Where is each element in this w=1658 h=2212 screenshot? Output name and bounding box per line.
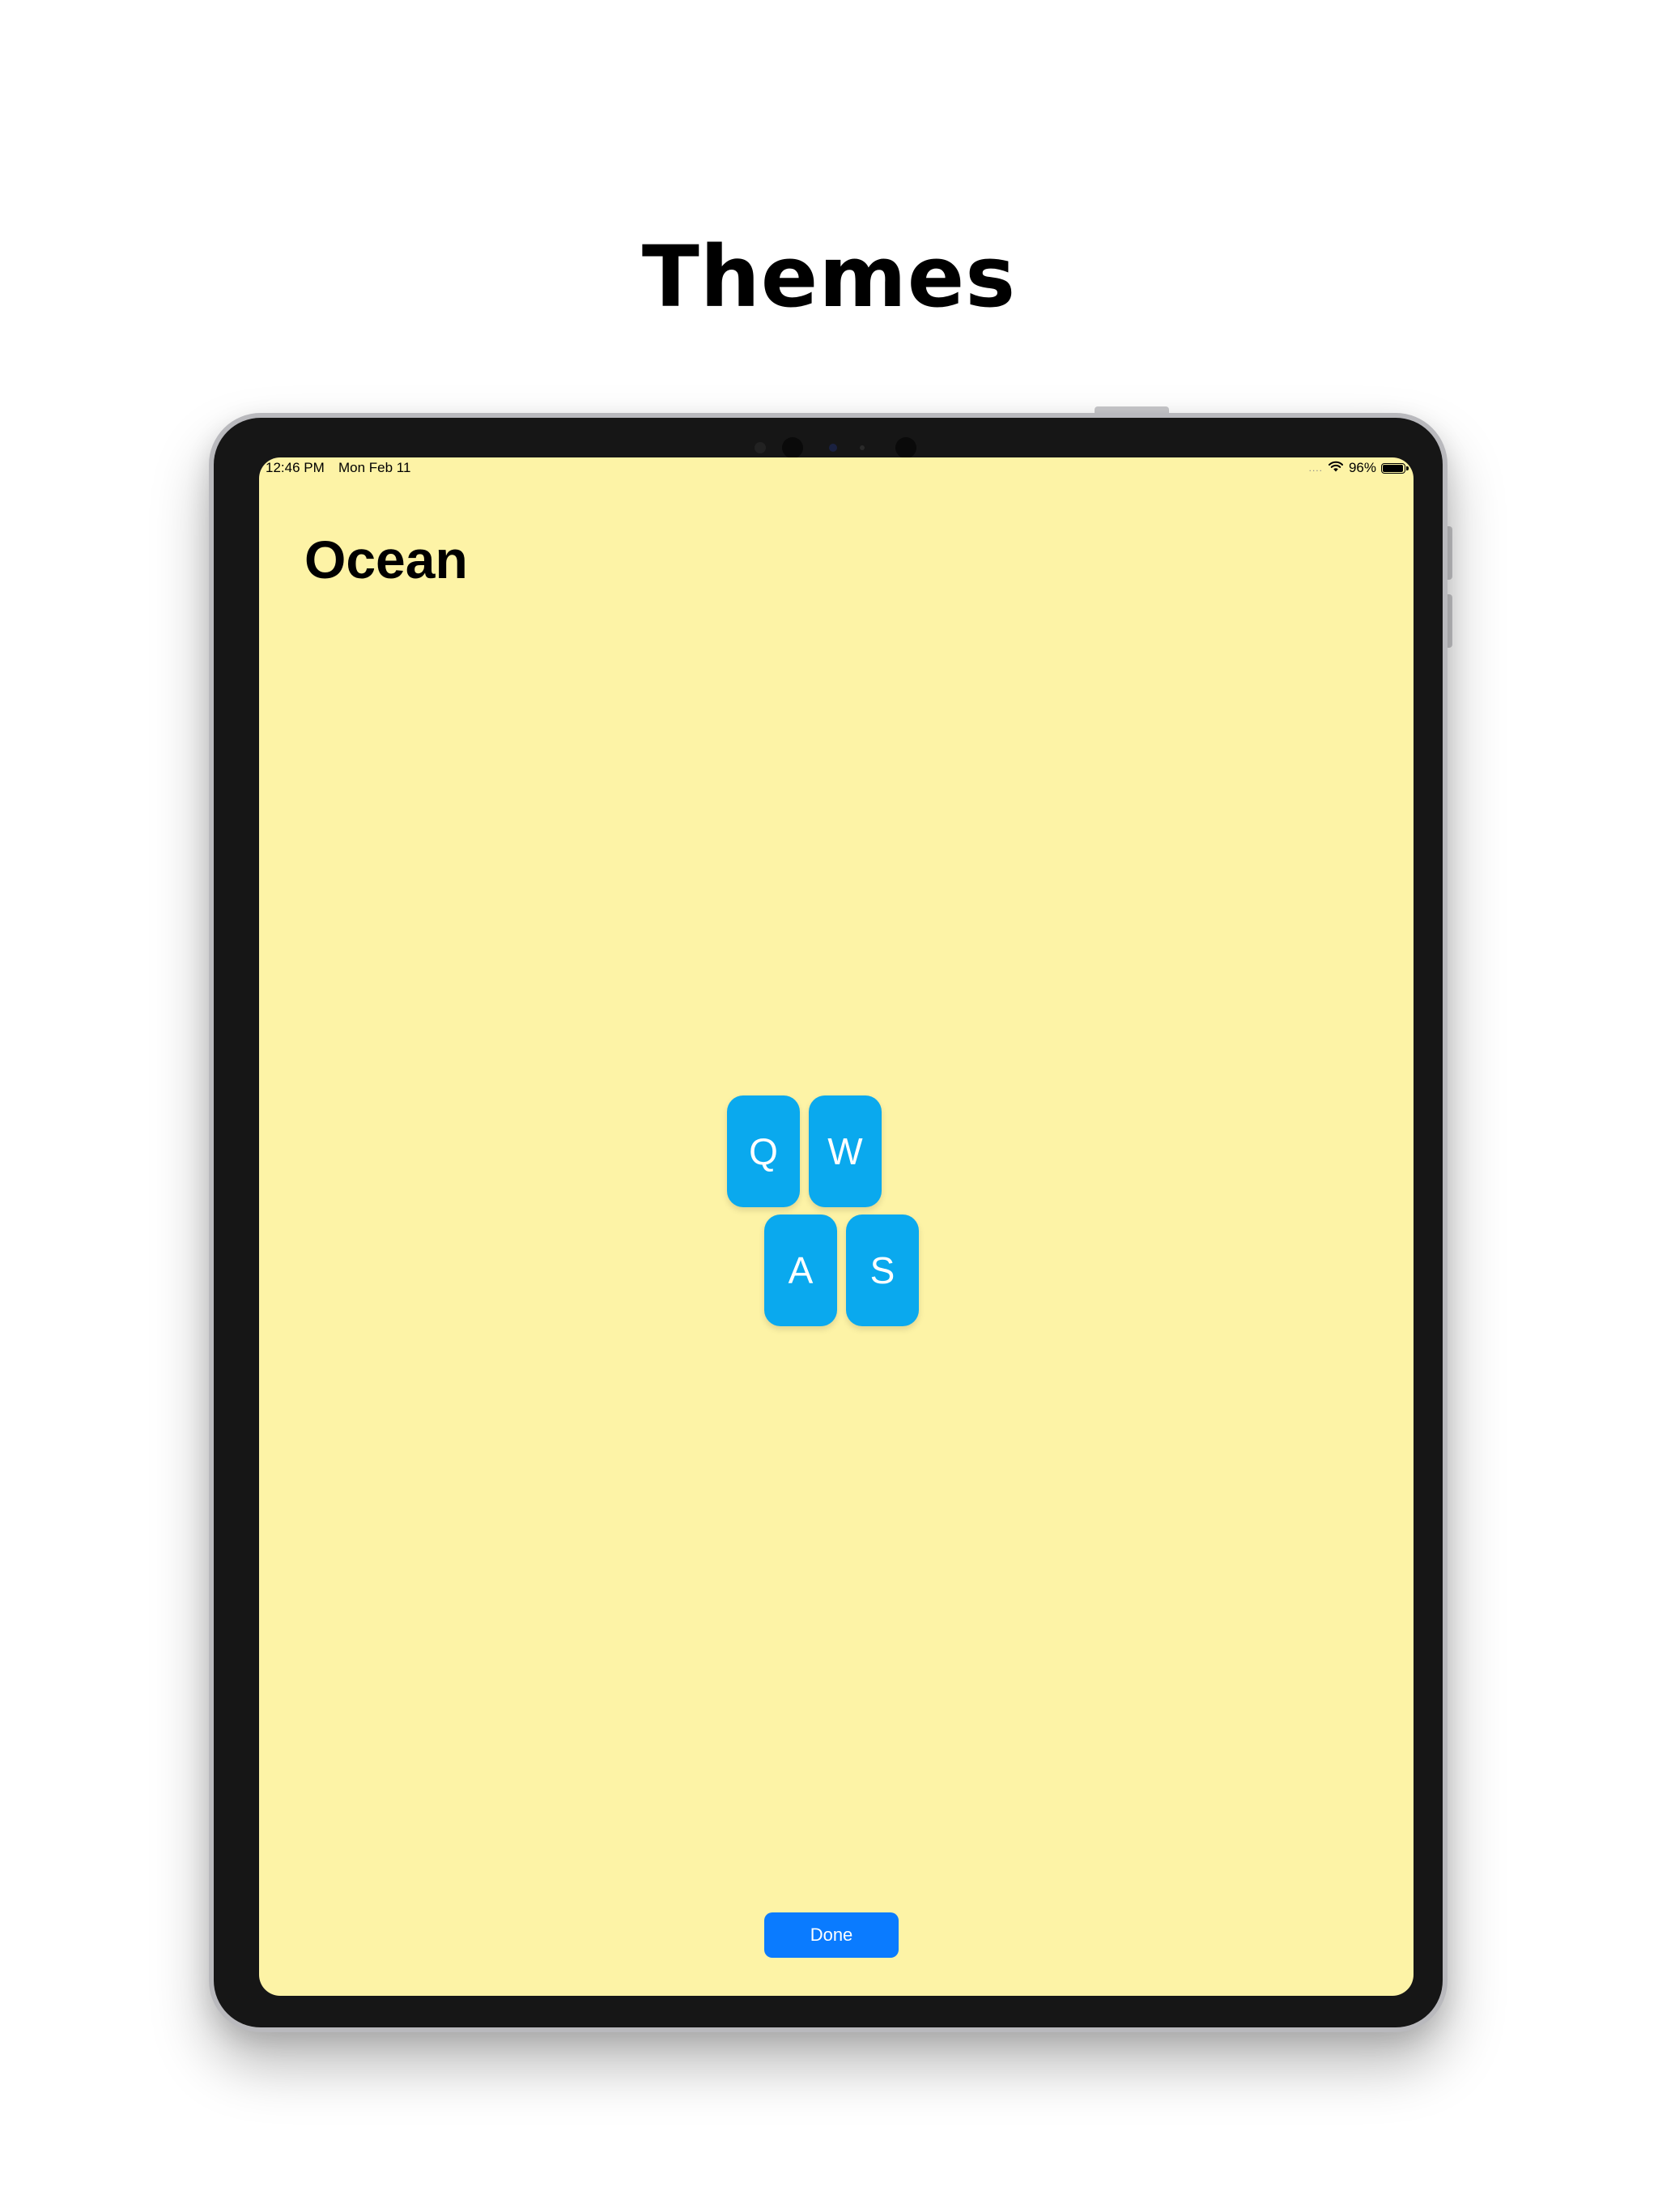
done-button[interactable]: Done <box>764 1912 899 1958</box>
sensor-dot <box>860 445 865 450</box>
app-screen: 12:46 PM Mon Feb 11 .... 96% Ocean Q W A… <box>259 457 1414 1996</box>
battery-percent: 96% <box>1348 460 1376 475</box>
signal-icon: .... <box>1308 462 1323 474</box>
battery-icon <box>1381 462 1409 474</box>
front-camera-icon <box>782 437 803 458</box>
page: Themes 12:46 PM Mon Feb 11 .... 96% Ocea… <box>0 0 1658 2212</box>
status-time: 12:46 PM <box>266 460 325 475</box>
battery-level <box>1383 464 1403 472</box>
battery-cap <box>1406 466 1409 470</box>
theme-title: Ocean <box>304 530 468 589</box>
key-a[interactable]: A <box>764 1214 837 1326</box>
sensor-dot <box>829 444 837 452</box>
key-w[interactable]: W <box>809 1095 882 1207</box>
wifi-icon <box>1328 460 1344 476</box>
key-s[interactable]: S <box>846 1214 919 1326</box>
sensor-dot <box>755 442 766 453</box>
page-headline: Themes <box>641 228 1017 326</box>
status-date: Mon Feb 11 <box>338 460 411 475</box>
face-id-sensor-icon <box>895 437 916 458</box>
key-q[interactable]: Q <box>727 1095 800 1207</box>
status-bar: 12:46 PM Mon Feb 11 .... 96% <box>259 457 1414 480</box>
status-indicators: .... 96% <box>1308 460 1409 476</box>
